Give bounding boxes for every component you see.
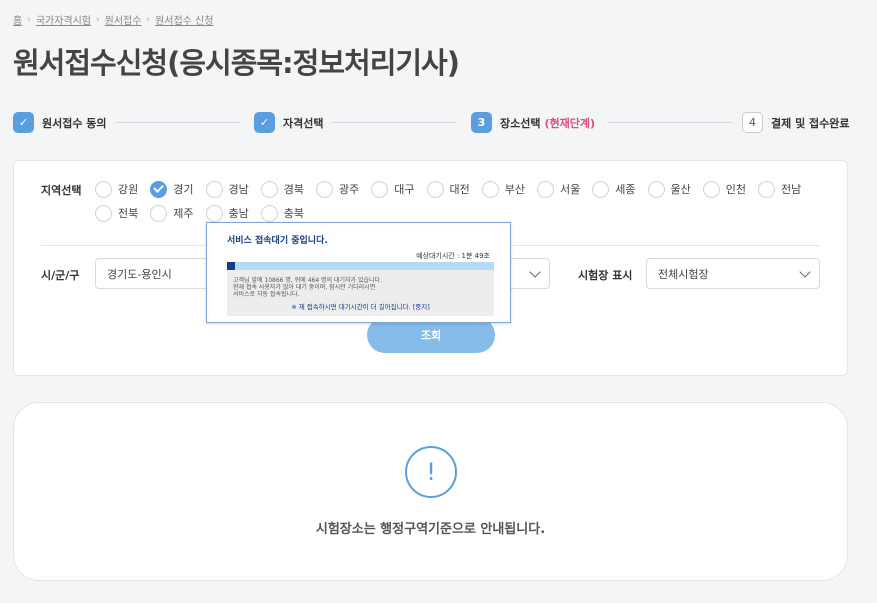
region-option[interactable]: 경기: [150, 180, 194, 198]
venue-select[interactable]: 전체시험장: [646, 258, 820, 289]
region-option-label: 인천: [725, 183, 746, 196]
region-option-label: 대전: [449, 183, 470, 196]
region-option[interactable]: 충북: [260, 204, 304, 222]
step-label: 장소선택: [500, 116, 541, 130]
region-option-label: 경남: [228, 183, 249, 196]
queue-progress-fill: [227, 262, 235, 270]
step-qualification: ✓ 자격선택: [254, 112, 323, 133]
region-option[interactable]: 광주: [316, 180, 359, 198]
region-option-label: 울산: [670, 183, 691, 196]
region-option-label: 충남: [228, 207, 249, 220]
region-option-label: 전남: [781, 183, 802, 196]
city-select-value: 경기도-용인시: [107, 267, 172, 281]
chevron-right-icon: ›: [146, 14, 151, 25]
region-option[interactable]: 서울: [537, 180, 580, 198]
region-option[interactable]: 인천: [702, 180, 746, 198]
venue-info-card: ! 시험장소는 행정구역기준으로 안내됩니다.: [13, 402, 848, 581]
step-number: 3: [471, 112, 492, 133]
radio-icon[interactable]: [260, 204, 278, 222]
exclamation-icon: !: [405, 446, 457, 498]
region-option[interactable]: 전남: [758, 180, 801, 198]
queue-eta: 예상대기시간 : 1분 49초: [416, 252, 490, 260]
chevron-right-icon: ›: [96, 14, 100, 25]
chevron-right-icon: ›: [27, 14, 31, 25]
radio-icon[interactable]: [150, 204, 168, 222]
region-option[interactable]: 전북: [95, 204, 138, 222]
step-number: 4: [742, 112, 763, 133]
region-option[interactable]: 제주: [150, 204, 194, 222]
chevron-down-icon: [799, 266, 811, 278]
region-option[interactable]: 강원: [95, 180, 138, 198]
queue-wait-modal: 서비스 접속대기 중입니다. 예상대기시간 : 1분 49초 고객님 앞에 10…: [206, 222, 511, 323]
queue-auto-connect-text: 서비스로 자동 접속됩니다.: [233, 291, 300, 298]
region-option-label: 경북: [283, 183, 304, 196]
breadcrumb-national-exam[interactable]: 국가자격시험: [36, 12, 91, 27]
region-option-label: 서울: [560, 183, 581, 196]
radio-icon[interactable]: [426, 180, 444, 198]
radio-icon[interactable]: [95, 204, 112, 222]
radio-icon[interactable]: [205, 204, 223, 222]
region-option[interactable]: 대전: [426, 180, 470, 198]
radio-icon[interactable]: [592, 180, 610, 198]
region-option[interactable]: 울산: [647, 180, 691, 198]
step-label: 자격선택: [283, 116, 324, 130]
radio-icon[interactable]: [481, 180, 499, 198]
queue-progress-bar: [227, 262, 494, 270]
venue-select-value: 전체시험장: [658, 267, 709, 281]
radio-icon[interactable]: [647, 180, 665, 198]
region-option-label: 강원: [118, 183, 139, 196]
region-option-label: 충북: [283, 207, 304, 220]
region-option[interactable]: 대구: [371, 180, 415, 198]
region-option[interactable]: 경북: [260, 180, 304, 198]
check-icon: ✓: [13, 112, 34, 133]
breadcrumb-application[interactable]: 원서접수: [105, 12, 142, 27]
step-divider: [607, 122, 733, 123]
queue-modal-title: 서비스 접속대기 중입니다.: [227, 236, 328, 246]
progress-steps: ✓ 원서접수 동의 ✓ 자격선택 3 장소선택 (현재단계) 4 결제 및 접수…: [13, 112, 850, 134]
step-payment: 4 결제 및 접수완료: [742, 112, 850, 133]
region-option-label: 광주: [339, 183, 360, 196]
step-label: 결제 및 접수완료: [771, 116, 850, 130]
region-option-label: 부산: [504, 183, 525, 196]
region-radio-group: 강원 경기 경남 경북 광주 대구 대전 부산 서울 세종 울산 인천 전남전북 제주 충남 충북: [95, 180, 815, 222]
region-option[interactable]: 충남: [205, 204, 249, 222]
venue-label: 시험장 표시: [578, 269, 633, 282]
region-option-label: 경기: [173, 183, 194, 196]
step-divider: [331, 122, 457, 123]
radio-icon[interactable]: [95, 180, 112, 198]
step-location: 3 장소선택 (현재단계): [471, 112, 595, 133]
radio-icon[interactable]: [260, 180, 278, 198]
step-consent: ✓ 원서접수 동의: [13, 112, 107, 133]
radio-icon[interactable]: [702, 180, 720, 198]
step-divider: [115, 122, 241, 123]
radio-icon[interactable]: [758, 180, 775, 198]
current-step-tag: (현재단계): [544, 116, 596, 130]
radio-icon[interactable]: [371, 180, 389, 198]
page-title: 원서접수신청(응시종목:정보처리기사): [13, 46, 460, 80]
step-label: 원서접수 동의: [42, 116, 107, 130]
city-label: 시/군/구: [41, 269, 80, 282]
queue-message-box: 고객님 앞에 10866 명, 뒤에 464 명의 대기자가 있습니다. 현재 …: [227, 270, 494, 316]
radio-icon[interactable]: [316, 180, 333, 198]
check-icon: ✓: [254, 112, 275, 133]
radio-checked-icon[interactable]: [150, 180, 168, 198]
breadcrumb-application-submit[interactable]: 원서접수 신청: [155, 12, 213, 27]
radio-icon[interactable]: [205, 180, 223, 198]
region-option[interactable]: 세종: [592, 180, 636, 198]
region-option-label: 전북: [118, 207, 139, 220]
region-option-label: 대구: [394, 183, 415, 196]
radio-icon[interactable]: [537, 180, 554, 198]
queue-stop-link[interactable]: ※ 재 접속하시면 대기시간이 더 길어집니다. [중지]: [227, 301, 494, 311]
venue-info-message: 시험장소는 행정구역기준으로 안내됩니다.: [315, 522, 546, 537]
region-option[interactable]: 경남: [205, 180, 249, 198]
region-option-label: 세종: [615, 183, 636, 196]
region-label: 지역선택: [41, 184, 82, 197]
region-option-label: 제주: [173, 207, 194, 220]
region-option[interactable]: 부산: [481, 180, 525, 198]
breadcrumb-home[interactable]: 홈: [13, 12, 22, 27]
breadcrumb: 홈 › 국가자격시험 › 원서접수 › 원서접수 신청: [13, 12, 213, 28]
chevron-down-icon: [529, 266, 541, 278]
